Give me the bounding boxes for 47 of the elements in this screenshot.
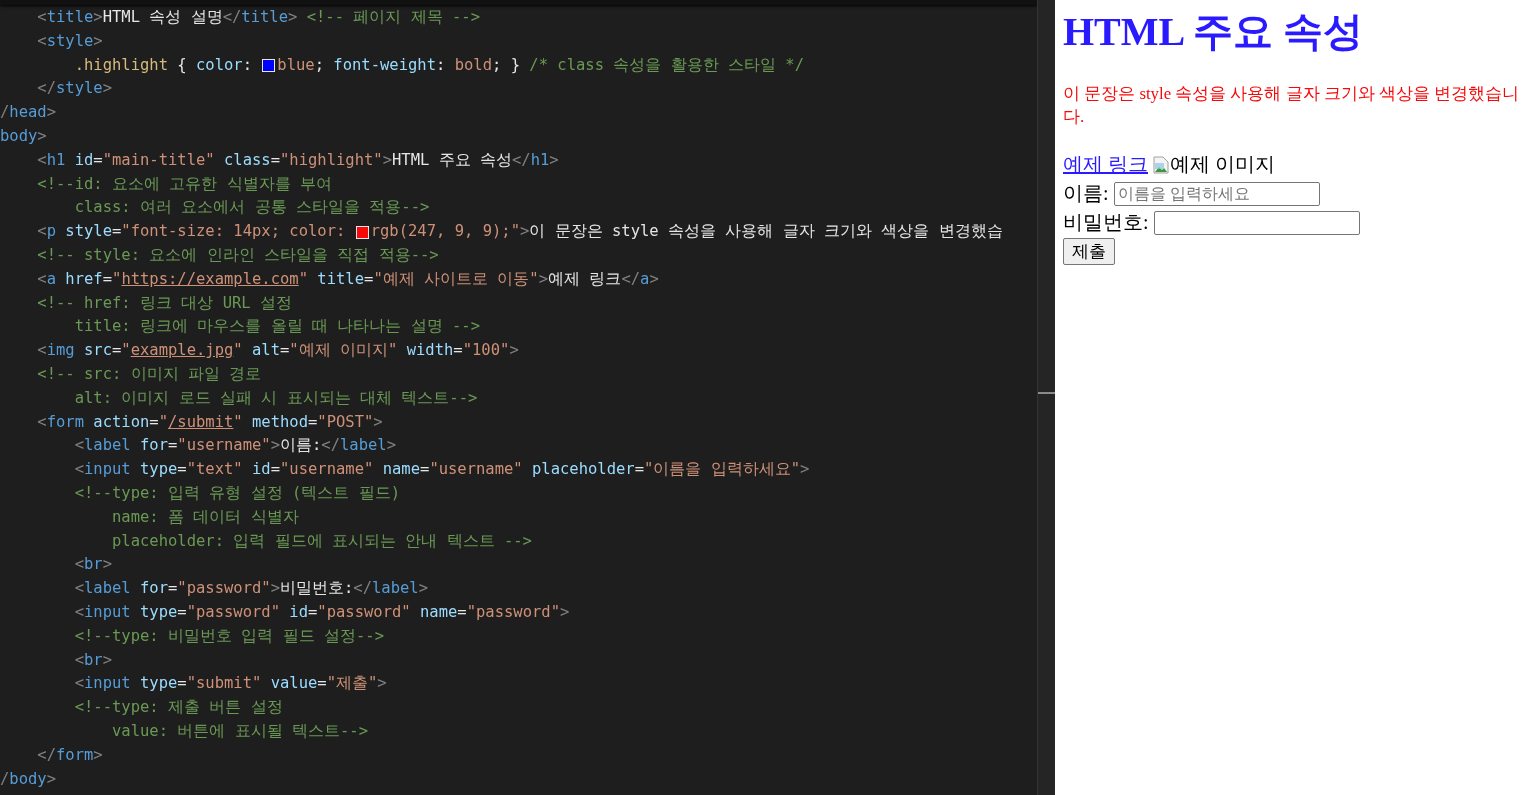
code-line: <!--id: 요소에 고유한 식별자를 부여 bbox=[36, 173, 332, 195]
code-line: <p style="font-size: 14px; color: bbox=[36, 221, 347, 243]
code-line: <title>HTML 속성 설명</title> <!-- 페이지 제목 --> bbox=[36, 7, 481, 28]
field-label: 이름: bbox=[1063, 181, 1109, 206]
code-line: <form action="/submit" method="POST"> bbox=[36, 411, 383, 433]
code-line: body> bbox=[0, 126, 47, 147]
code-line: blue; font-weight: bold; } /* class 속성을 활용한 스타일 */ bbox=[277, 54, 804, 76]
broken-image-icon bbox=[1153, 155, 1169, 174]
code-line: class: 여러 요소에서 공통 스타일을 적용--> bbox=[73, 197, 430, 219]
code-line: <!-- style: 요소에 인라인 스타일을 직접 적용--> bbox=[36, 244, 439, 266]
code-line: <input type="text" id="username" name="username" placeholder="이름을 입력하세요"> bbox=[73, 459, 810, 481]
code-line: </form> bbox=[36, 744, 103, 766]
code-line: .highlight { color: bbox=[73, 54, 253, 76]
code-line: <!-- src: 이미지 파일 경로 bbox=[36, 363, 262, 385]
code-line: <label for="password">비밀번호:</label> bbox=[73, 578, 429, 600]
code-line: <input type="submit" value="제출"> bbox=[73, 673, 387, 695]
code-line: <style> bbox=[36, 30, 103, 52]
code-line: <!--type: 제출 버튼 설정 bbox=[73, 697, 283, 719]
code-line: <!--type: 입력 유형 설정 (텍스트 필드) bbox=[73, 482, 400, 504]
code-line: value: 버튼에 표시될 텍스트--> bbox=[110, 720, 368, 742]
code-line: <label for="username">이름:</label> bbox=[73, 435, 397, 457]
code-line: <br> bbox=[73, 554, 112, 576]
code-line: <!-- href: 링크 대상 URL 설정 bbox=[36, 292, 292, 314]
code-line: </style> bbox=[36, 78, 112, 100]
code-line: /head> bbox=[0, 102, 56, 124]
field-label: 비밀번호: bbox=[1063, 210, 1149, 235]
input-field[interactable] bbox=[1153, 210, 1360, 235]
code-line: rgb(247, 9, 9);">이 문장은 style 속성을 사용해 글자 크기와 색상을 변경했습 bbox=[370, 221, 1003, 243]
code-line: <!--type: 비밀번호 입력 필드 설정--> bbox=[73, 625, 384, 647]
code-line: <br> bbox=[73, 649, 112, 671]
input-field[interactable]: 이름을 입력하세요 bbox=[1113, 181, 1320, 206]
image-alt-text: 예제 이미지 bbox=[1170, 152, 1275, 177]
page-heading: HTML 주요 속성 bbox=[1063, 8, 1365, 56]
code-line: <a href="https://example.com" title="예제 사이트로 이동">예제 링크</a> bbox=[36, 268, 659, 290]
code-line: <img src="example.jpg" alt="예제 이미지" width="100"> bbox=[36, 340, 519, 362]
paragraph-text: 이 문장은 style 속성을 사용해 글자 크기와 색상을 변경했습니다. bbox=[1063, 83, 1521, 128]
scrollbar[interactable] bbox=[1037, 0, 1055, 795]
code-line: /body> bbox=[0, 768, 56, 790]
code-line: name: 폼 데이터 식별자 bbox=[110, 506, 299, 528]
code-line: alt: 이미지 로드 실패 시 표시되는 대체 텍스트--> bbox=[73, 387, 478, 409]
scroll-marker bbox=[1038, 392, 1055, 394]
link[interactable]: 예제 링크 bbox=[1063, 151, 1148, 178]
code-line: <input type="password" id="password" name="password"> bbox=[73, 601, 570, 623]
code-line: <h1 id="main-title" class="highlight">HTML 주요 속성</h1> bbox=[36, 149, 559, 171]
code-line: placeholder: 입력 필드에 표시되는 안내 텍스트 --> bbox=[110, 530, 532, 552]
submit-button[interactable]: 제출 bbox=[1063, 238, 1115, 265]
code-line: title: 링크에 마우스를 올릴 때 나타나는 설명 --> bbox=[73, 316, 480, 338]
